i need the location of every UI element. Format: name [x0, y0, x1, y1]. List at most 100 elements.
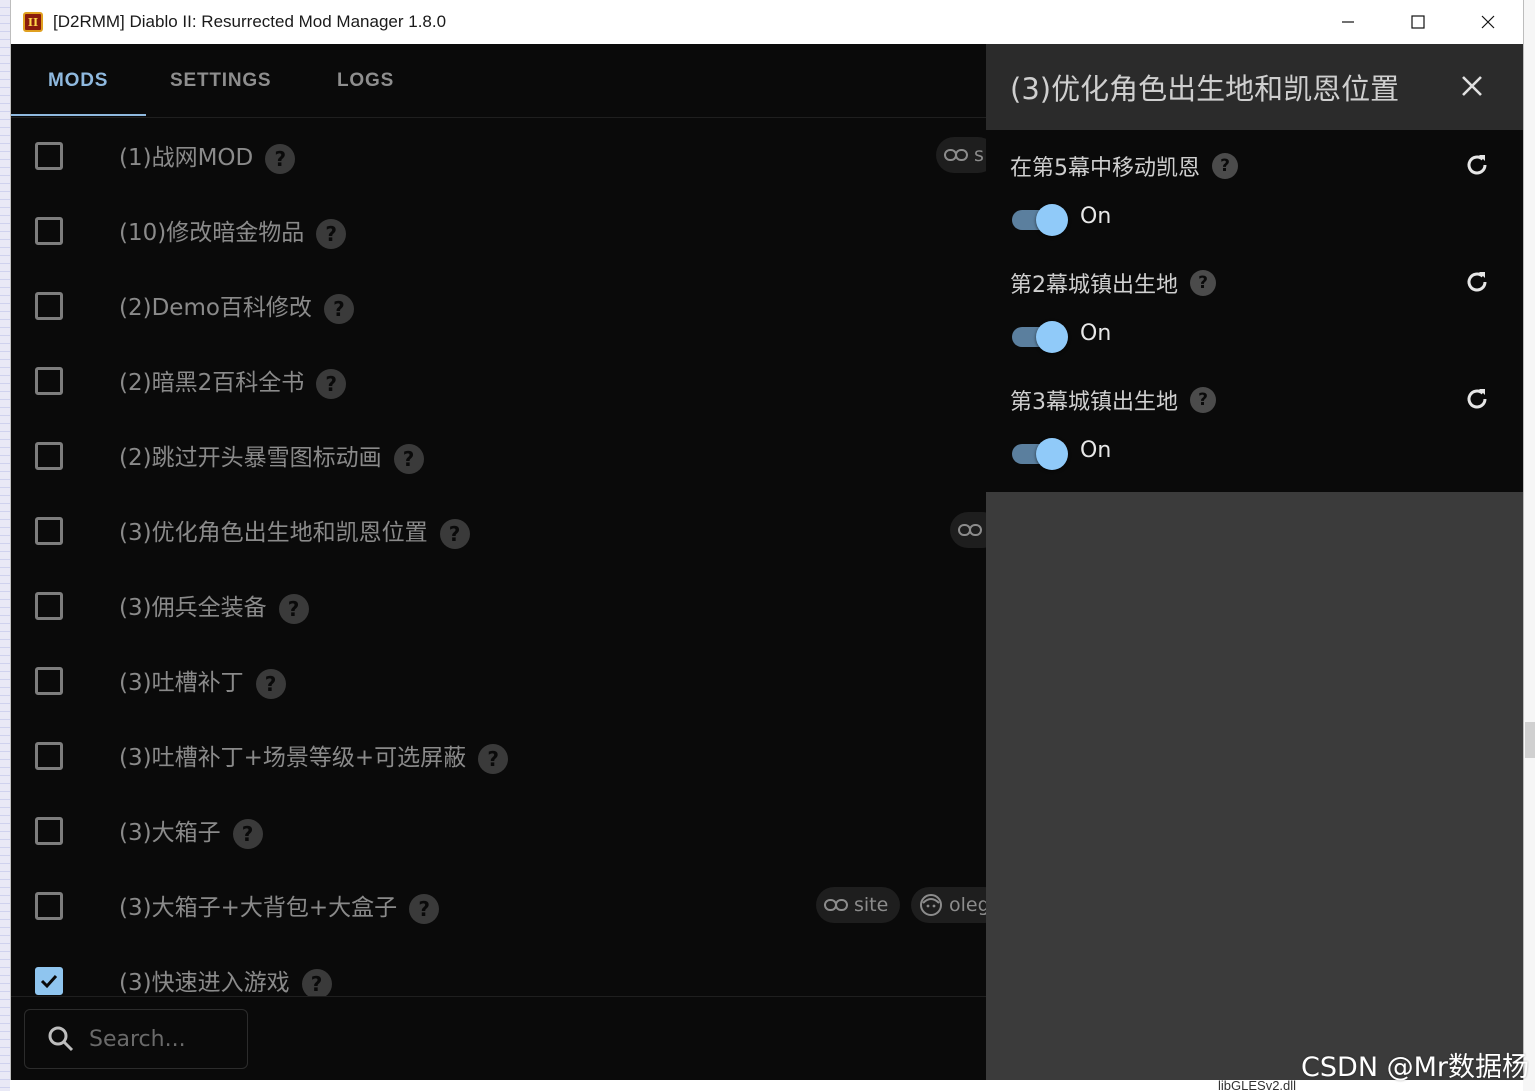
mod-checkbox[interactable]	[35, 742, 63, 770]
help-icon[interactable]: ?	[232, 818, 263, 849]
background-scrollbar-thumb	[1525, 722, 1535, 758]
mod-checkbox[interactable]	[35, 142, 63, 170]
toggle-thumb	[1036, 204, 1068, 236]
help-icon[interactable]: ?	[316, 218, 347, 249]
minimize-icon	[1342, 21, 1354, 23]
author-avatar-icon	[919, 893, 943, 917]
search-input[interactable]	[89, 1026, 239, 1052]
help-icon[interactable]: ?	[1190, 270, 1216, 296]
site-chip-label: site	[854, 894, 889, 916]
mod-name: (1)战网MOD?	[119, 138, 296, 174]
toggle-switch[interactable]	[1012, 204, 1068, 236]
mod-name-text: (2)暗黑2百科全书	[119, 370, 305, 396]
help-icon[interactable]: ?	[265, 143, 296, 174]
setting-label: 在第5幕中移动凯恩?	[1010, 150, 1238, 182]
minimize-button[interactable]	[1313, 0, 1383, 44]
mod-checkbox[interactable]	[35, 292, 63, 320]
drawer-close-button[interactable]	[1456, 70, 1488, 102]
mod-name: (2)Demo百科修改?	[119, 288, 354, 324]
toggle-switch[interactable]	[1012, 438, 1068, 470]
mod-row[interactable]: (2)Demo百科修改?	[11, 268, 986, 343]
mod-name: (3)大箱子+大背包+大盒子?	[119, 888, 440, 924]
reset-button[interactable]	[1462, 267, 1492, 297]
setting-item: 在第5幕中移动凯恩? On	[986, 130, 1523, 247]
mod-checkbox[interactable]	[35, 217, 63, 245]
title-bar[interactable]: II [D2RMM] Diablo II: Resurrected Mod Ma…	[11, 0, 1523, 44]
help-icon[interactable]: ?	[323, 293, 354, 324]
mod-name: (3)大箱子?	[119, 813, 263, 849]
mod-row[interactable]: (2)跳过开头暴雪图标动画?	[11, 418, 986, 493]
mod-checkbox[interactable]	[35, 817, 63, 845]
mods-pane: MODS SETTINGS LOGS (1)战网MOD? s (10)修改暗金物…	[11, 44, 986, 1080]
mod-list[interactable]: (1)战网MOD? s (10)修改暗金物品? (2)Demo百科修改? (2)…	[11, 118, 986, 998]
mod-row[interactable]: (10)修改暗金物品?	[11, 193, 986, 268]
mod-row[interactable]: (2)暗黑2百科全书?	[11, 343, 986, 418]
app-icon: II	[23, 12, 43, 32]
mod-checkbox[interactable]	[35, 517, 63, 545]
mod-row[interactable]: (3)优化角色出生地和凯恩位置?	[11, 493, 986, 568]
help-icon[interactable]: ?	[255, 668, 286, 699]
author-chip-label: oleg	[949, 894, 986, 916]
link-icon	[958, 523, 982, 537]
mod-name-text: (3)吐槽补丁+场景等级+可选屏蔽	[119, 745, 467, 771]
mod-config-drawer: (3)优化角色出生地和凯恩位置 在第5幕中移动凯恩? On 第2幕城镇出生地?	[986, 44, 1523, 1080]
mod-row[interactable]: (1)战网MOD? s	[11, 118, 986, 193]
mod-checkbox[interactable]	[35, 592, 63, 620]
help-icon[interactable]: ?	[1190, 387, 1216, 413]
mod-name: (3)优化角色出生地和凯恩位置?	[119, 513, 470, 549]
reset-icon	[1467, 155, 1487, 175]
tab-mods[interactable]: MODS	[48, 44, 108, 118]
window-controls	[1313, 0, 1523, 44]
toggle-switch[interactable]	[1012, 321, 1068, 353]
mod-row[interactable]: (3)大箱子?	[11, 793, 986, 868]
help-icon[interactable]: ?	[301, 968, 332, 998]
help-icon[interactable]: ?	[478, 743, 509, 774]
reset-button[interactable]	[1462, 150, 1492, 180]
maximize-icon	[1411, 15, 1425, 29]
link-chip[interactable]: s	[936, 137, 986, 173]
help-icon[interactable]: ?	[1212, 153, 1238, 179]
mod-name: (2)暗黑2百科全书?	[119, 363, 347, 399]
mod-row[interactable]: (3)大箱子+大背包+大盒子? site oleg	[11, 868, 986, 943]
close-window-button[interactable]	[1453, 0, 1523, 44]
app-window: II [D2RMM] Diablo II: Resurrected Mod Ma…	[10, 0, 1524, 1080]
help-icon[interactable]: ?	[439, 518, 470, 549]
mod-checkbox[interactable]	[35, 667, 63, 695]
mod-checkbox[interactable]	[35, 442, 63, 470]
mod-name-text: (2)跳过开头暴雪图标动画	[119, 445, 382, 471]
setting-label: 第3幕城镇出生地?	[1010, 384, 1216, 416]
mod-row[interactable]: (3)吐槽补丁+场景等级+可选屏蔽?	[11, 718, 986, 793]
mod-name-text: (3)快速进入游戏	[119, 970, 290, 996]
mod-name-text: (3)优化角色出生地和凯恩位置	[119, 520, 428, 546]
help-icon[interactable]: ?	[278, 593, 309, 624]
author-chip[interactable]: oleg	[911, 887, 986, 923]
toggle-thumb	[1036, 321, 1068, 353]
mod-row[interactable]: (3)佣兵全装备?	[11, 568, 986, 643]
mod-row[interactable]: (3)快速进入游戏?	[11, 943, 986, 998]
mod-row[interactable]: (3)吐槽补丁?	[11, 643, 986, 718]
link-chip-label: s	[974, 144, 984, 166]
setting-item: 第3幕城镇出生地? On	[986, 364, 1523, 481]
maximize-button[interactable]	[1383, 0, 1453, 44]
watermark: CSDN @Mr数据杨	[1301, 1052, 1529, 1083]
reset-icon	[1467, 272, 1487, 292]
close-icon	[1481, 15, 1495, 29]
help-icon[interactable]: ?	[393, 443, 424, 474]
tab-settings[interactable]: SETTINGS	[170, 44, 271, 118]
site-link-chip[interactable]: site	[816, 887, 901, 923]
link-chip[interactable]	[950, 512, 986, 548]
mod-checkbox[interactable]	[35, 892, 63, 920]
background-desktop-left	[0, 0, 10, 1091]
mod-name: (10)修改暗金物品?	[119, 213, 347, 249]
search-field[interactable]	[24, 1009, 248, 1069]
help-icon[interactable]: ?	[409, 893, 440, 924]
setting-label-text: 在第5幕中移动凯恩	[1010, 156, 1200, 181]
reset-button[interactable]	[1462, 384, 1492, 414]
checkmark-icon	[40, 974, 58, 989]
help-icon[interactable]: ?	[316, 368, 347, 399]
mod-name-text: (2)Demo百科修改	[119, 295, 312, 321]
mod-checkbox[interactable]	[35, 367, 63, 395]
mod-checkbox-checked[interactable]	[35, 967, 63, 995]
toggle-label: On	[1080, 438, 1112, 463]
tab-logs[interactable]: LOGS	[337, 44, 394, 118]
